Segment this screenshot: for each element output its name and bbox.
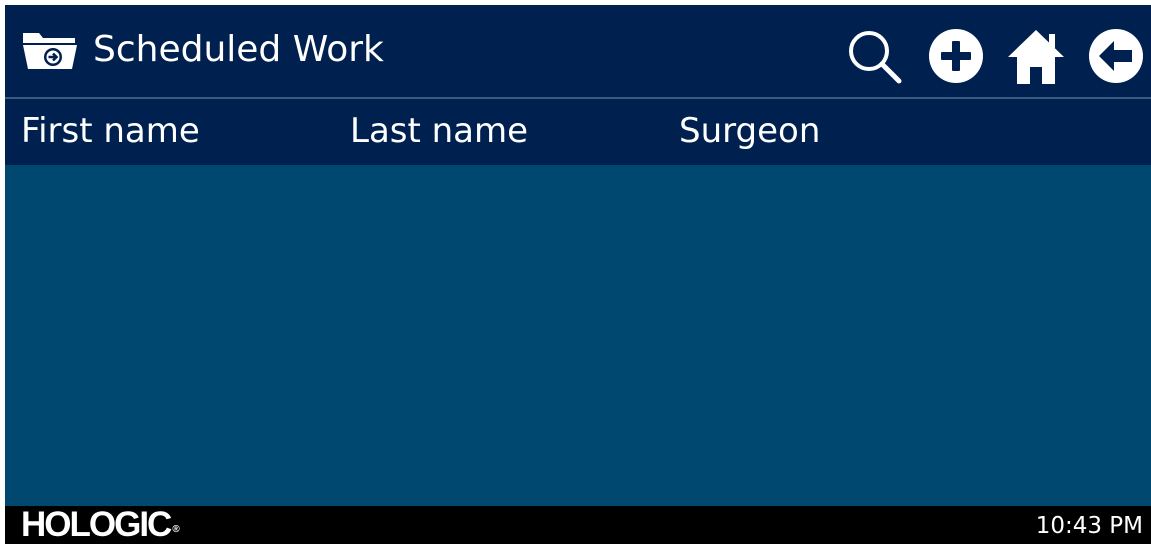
- scheduled-work-screen: Scheduled Work First name Last name Surg…: [5, 5, 1151, 544]
- column-header-last-name[interactable]: Last name: [350, 107, 528, 155]
- clock: 10:43 PM: [1035, 513, 1143, 539]
- scheduled-work-list[interactable]: [5, 165, 1151, 506]
- table-header: First name Last name Surgeon: [5, 99, 1151, 165]
- home-icon: [1008, 30, 1064, 84]
- back-button[interactable]: [1085, 25, 1147, 87]
- title-group: Scheduled Work: [21, 27, 384, 73]
- add-button[interactable]: [925, 25, 987, 87]
- column-header-first-name[interactable]: First name: [21, 107, 200, 155]
- hologic-logo: HOLOGIC ®: [21, 505, 180, 544]
- search-button[interactable]: [843, 25, 905, 87]
- registered-mark: ®: [172, 524, 180, 535]
- footer-bar: HOLOGIC ® 10:43 PM: [5, 506, 1151, 544]
- folder-arrow-icon: [23, 33, 77, 69]
- header-bar: Scheduled Work: [5, 5, 1151, 97]
- plus-circle-icon: [929, 29, 983, 83]
- brand-text: HOLOGIC: [21, 505, 172, 544]
- back-arrow-circle-icon: [1089, 29, 1143, 83]
- page-title: Scheduled Work: [93, 29, 384, 70]
- column-header-surgeon[interactable]: Surgeon: [679, 107, 820, 155]
- magnifier-icon: [849, 31, 902, 84]
- home-button[interactable]: [1005, 25, 1067, 87]
